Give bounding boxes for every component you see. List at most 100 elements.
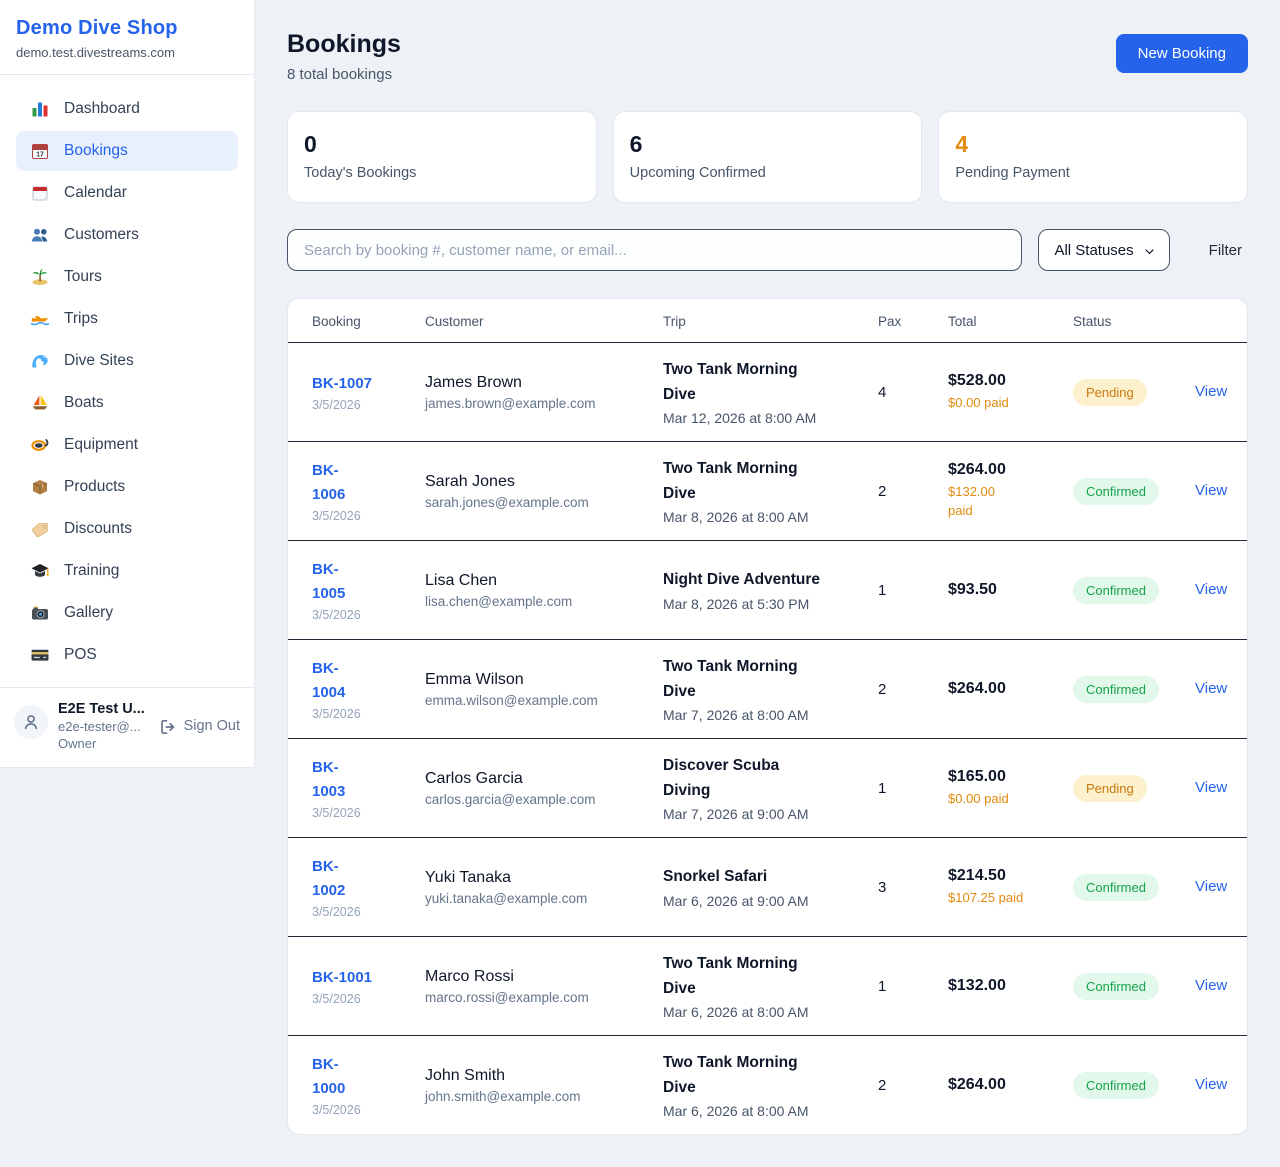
chevron-down-icon [1143,245,1156,258]
pax-count: 2 [878,1077,948,1094]
bookings-table: BookingCustomerTripPaxTotalStatus BK-100… [287,298,1248,1135]
booking-date: 3/5/2026 [312,806,425,820]
sidebar-item-training[interactable]: Training [16,551,238,591]
user-name: E2E Test U... [58,701,145,717]
booking-id-link[interactable]: BK-1001 [312,966,372,989]
page-header: Bookings 8 total bookings New Booking [287,30,1248,83]
trip-name: Two Tank Morning Dive [663,655,858,703]
sidebar-item-label: Dashboard [64,100,140,118]
total-amount: $214.50 [948,867,1073,885]
view-link[interactable]: View [1195,383,1227,400]
dive-mask-icon [30,435,50,455]
view-link[interactable]: View [1195,482,1227,499]
sidebar: Demo Dive Shop demo.test.divestreams.com… [0,0,255,768]
sidebar-item-label: Equipment [64,436,138,454]
sidebar-item-trips[interactable]: Trips [16,299,238,339]
table-row: BK- 1004 3/5/2026 Emma Wilson emma.wilso… [288,639,1247,738]
booking-id-link[interactable]: BK- 1006 [312,459,345,506]
sidebar-item-gallery[interactable]: Gallery [16,593,238,633]
view-link[interactable]: View [1195,1076,1227,1093]
trip-datetime: Mar 8, 2026 at 5:30 PM [663,596,858,612]
status-select[interactable]: All Statuses [1038,229,1169,271]
customer-name: Yuki Tanaka [425,869,663,887]
sidebar-item-bookings[interactable]: 17 Bookings [16,131,238,171]
sign-out-button[interactable]: Sign Out [158,717,240,734]
camera-icon [30,603,50,623]
total-amount: $132.00 [948,977,1073,995]
stat-card-today-s-bookings: 0 Today's Bookings [287,111,597,203]
booking-date: 3/5/2026 [312,1103,425,1117]
sidebar-item-dashboard[interactable]: Dashboard [16,89,238,129]
trip-name: Snorkel Safari [663,865,858,889]
customer-email: yuki.tanaka@example.com [425,891,663,906]
total-amount: $264.00 [948,680,1073,698]
total-amount: $264.00 [948,1076,1073,1094]
column-header-status: Status [1073,301,1195,342]
new-booking-button[interactable]: New Booking [1116,34,1248,73]
sidebar-item-boats[interactable]: Boats [16,383,238,423]
sidebar-item-label: Boats [64,394,104,412]
view-link[interactable]: View [1195,779,1227,796]
booking-id-link[interactable]: BK- 1000 [312,1053,345,1100]
sidebar-item-label: Products [64,478,125,496]
page-title-block: Bookings 8 total bookings [287,30,401,83]
sidebar-item-label: POS [64,646,97,664]
booking-id-link[interactable]: BK- 1002 [312,855,345,902]
graduation-cap-icon [30,561,50,581]
sidebar-item-label: Gallery [64,604,113,622]
island-icon [30,267,50,287]
bar-chart-icon [30,99,50,119]
customer-name: Carlos Garcia [425,770,663,788]
user-section: E2E Test U... e2e-tester@... Owner Sign … [0,687,254,767]
status-badge: Confirmed [1073,1072,1159,1099]
user-email: e2e-tester@... [58,719,145,734]
brand-domain: demo.test.divestreams.com [16,45,238,60]
column-header-trip: Trip [663,301,878,342]
sidebar-item-products[interactable]: Products [16,467,238,507]
view-link[interactable]: View [1195,977,1227,994]
trip-datetime: Mar 7, 2026 at 9:00 AM [663,806,858,822]
view-link[interactable]: View [1195,581,1227,598]
booking-id-link[interactable]: BK- 1004 [312,657,345,704]
sidebar-item-label: Bookings [64,142,128,160]
status-badge: Confirmed [1073,973,1159,1000]
customer-email: marco.rossi@example.com [425,990,663,1005]
view-link[interactable]: View [1195,680,1227,697]
table-row: BK- 1005 3/5/2026 Lisa Chen lisa.chen@ex… [288,540,1247,639]
customer-email: carlos.garcia@example.com [425,792,663,807]
stat-label: Pending Payment [955,165,1231,181]
sidebar-item-discounts[interactable]: Discounts [16,509,238,549]
customer-email: sarah.jones@example.com [425,495,663,510]
pax-count: 3 [878,879,948,896]
stat-value: 4 [955,131,1231,158]
table-row: BK-1007 3/5/2026 James Brown james.brown… [288,342,1247,441]
table-row: BK- 1006 3/5/2026 Sarah Jones sarah.jone… [288,441,1247,540]
sign-out-label: Sign Out [184,718,240,734]
customer-email: emma.wilson@example.com [425,693,663,708]
sidebar-item-dive-sites[interactable]: Dive Sites [16,341,238,381]
trip-datetime: Mar 6, 2026 at 8:00 AM [663,1004,858,1020]
sidebar-item-label: Dive Sites [64,352,134,370]
filter-button[interactable]: Filter [1203,242,1248,259]
search-input[interactable] [287,229,1022,271]
sidebar-item-pos[interactable]: POS [16,635,238,675]
sidebar-item-tours[interactable]: Tours [16,257,238,297]
trip-name: Two Tank Morning Dive [663,358,858,406]
booking-id-link[interactable]: BK- 1005 [312,558,345,605]
status-select-value: All Statuses [1054,242,1133,259]
sidebar-item-calendar[interactable]: Calendar [16,173,238,213]
package-icon [30,477,50,497]
tag-icon [30,519,50,539]
booking-id-link[interactable]: BK- 1003 [312,756,345,803]
status-badge: Confirmed [1073,577,1159,604]
sidebar-item-label: Training [64,562,119,580]
sidebar-item-equipment[interactable]: Equipment [16,425,238,465]
stat-card-pending-payment: 4 Pending Payment [938,111,1248,203]
booking-date: 3/5/2026 [312,707,425,721]
sidebar-item-customers[interactable]: Customers [16,215,238,255]
sidebar-item-label: Trips [64,310,98,328]
view-link[interactable]: View [1195,878,1227,895]
booking-id-link[interactable]: BK-1007 [312,372,372,395]
customer-email: john.smith@example.com [425,1089,663,1104]
credit-card-icon [30,645,50,665]
